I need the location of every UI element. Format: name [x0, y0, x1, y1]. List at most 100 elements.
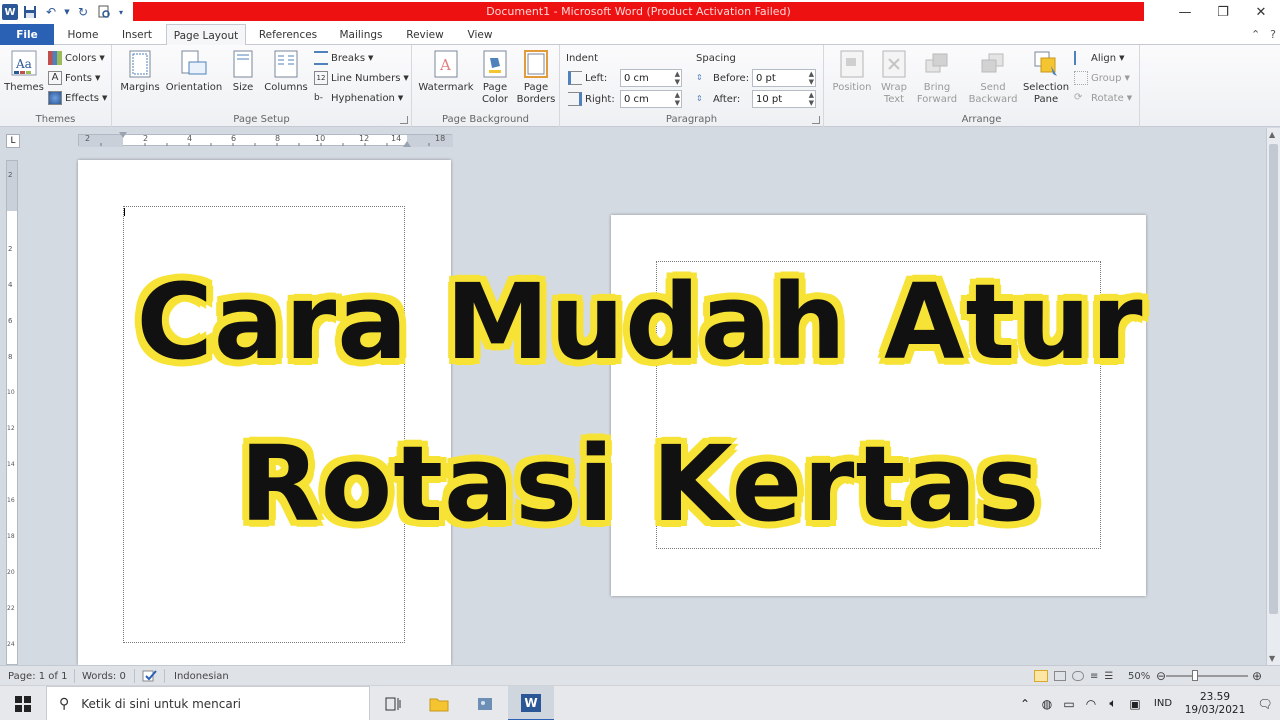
page-color-icon — [481, 49, 509, 79]
page-borders-button[interactable]: Page Borders — [516, 49, 556, 106]
spinner-arrows-icon[interactable]: ▲ ▼ — [809, 91, 814, 107]
page-count[interactable]: Page: 1 of 1 — [8, 666, 67, 686]
page-color-button[interactable]: Page Color — [478, 49, 512, 106]
close-button[interactable]: ✕ — [1242, 0, 1280, 24]
print-layout-icon[interactable] — [1034, 670, 1048, 682]
tab-references[interactable]: References — [254, 24, 322, 45]
indent-right-input[interactable]: 0 cm ▲ ▼ — [620, 90, 682, 108]
spinner-arrows-icon[interactable]: ▲ ▼ — [675, 91, 680, 107]
zoom-in-icon[interactable]: ⊕ — [1252, 666, 1262, 686]
tab-mailings[interactable]: Mailings — [330, 24, 392, 45]
spacing-after-input[interactable]: 10 pt ▲ ▼ — [752, 90, 816, 108]
horizontal-ruler[interactable]: 2 2 4 6 8 10 12 14 18 — [78, 132, 453, 147]
wifi-icon[interactable]: ◠ — [1080, 697, 1102, 711]
indent-marker-icon[interactable] — [119, 132, 127, 138]
battery-icon[interactable]: ▭ — [1058, 697, 1080, 711]
photos-app-icon[interactable] — [462, 686, 508, 720]
hyphenation-button[interactable]: b‑ Hyphenation ▼ — [314, 89, 403, 107]
volume-icon[interactable]: 🔈︎ — [1102, 696, 1124, 711]
scroll-up-icon[interactable]: ▲ — [1269, 130, 1275, 139]
draft-icon[interactable]: ☰ — [1104, 671, 1113, 682]
chevron-down-icon[interactable]: ▼ — [63, 3, 71, 21]
chevron-up-icon[interactable]: ⌃ — [1251, 28, 1260, 41]
restore-button[interactable]: ❐ — [1204, 0, 1242, 24]
orientation-button[interactable]: Orientation — [164, 49, 224, 94]
orientation-icon — [180, 49, 208, 79]
save-icon[interactable] — [21, 3, 39, 21]
customize-qat-icon[interactable]: ▾ — [116, 3, 126, 21]
scroll-down-icon[interactable]: ▼ — [1269, 654, 1275, 663]
spinner-arrows-icon[interactable]: ▲ ▼ — [675, 70, 680, 86]
effects-button[interactable]: Effects ▼ — [48, 89, 107, 107]
tab-review[interactable]: Review — [400, 24, 450, 45]
redo-icon[interactable]: ↻ — [74, 3, 92, 21]
minimize-button[interactable]: — — [1166, 0, 1204, 24]
help-icon[interactable]: ? — [1270, 28, 1276, 41]
zoom-slider-track[interactable] — [1166, 675, 1248, 677]
margins-button[interactable]: Margins — [118, 49, 162, 94]
tab-home[interactable]: Home — [60, 24, 106, 45]
task-view-icon[interactable] — [370, 686, 416, 720]
send-backward-button[interactable]: Send Backward — [964, 49, 1022, 106]
tab-file[interactable]: File — [0, 24, 54, 45]
align-button[interactable]: Align ▼ — [1074, 49, 1124, 67]
language-indicator[interactable]: Indonesian — [174, 666, 229, 686]
file-explorer-icon[interactable] — [416, 686, 462, 720]
start-button[interactable] — [0, 686, 46, 720]
taskbar-search[interactable]: ⚲ Ketik di sini untuk mencari — [46, 686, 370, 720]
clock[interactable]: 23.59 19/03/2021 — [1180, 691, 1250, 717]
columns-button[interactable]: Columns — [262, 49, 310, 94]
indent-left-icon — [568, 71, 582, 85]
language-indicator[interactable]: IND — [1146, 698, 1180, 709]
breaks-icon — [314, 51, 328, 65]
page-setup-launcher-icon[interactable] — [400, 116, 408, 124]
display-icon[interactable]: ▣ — [1124, 697, 1146, 711]
vertical-ruler[interactable]: 2 2 4 6 8 10 12 14 16 18 20 22 24 — [6, 160, 18, 665]
spacing-before-input[interactable]: 0 pt ▲ ▼ — [752, 69, 816, 87]
outline-icon[interactable]: ≡ — [1090, 671, 1098, 682]
tab-view[interactable]: View — [458, 24, 502, 45]
fonts-button[interactable]: A Fonts ▼ — [48, 69, 100, 87]
word-taskbar-icon[interactable]: W — [508, 686, 554, 720]
network-globe-icon[interactable]: ◍ — [1036, 697, 1058, 711]
zoom-slider-thumb[interactable] — [1192, 670, 1198, 681]
web-layout-icon[interactable] — [1072, 671, 1084, 681]
portrait-page[interactable] — [78, 160, 451, 665]
paragraph-launcher-icon[interactable] — [812, 116, 820, 124]
themes-button[interactable]: Aa Themes — [4, 49, 44, 94]
ruler-tick: 2 — [8, 171, 13, 179]
line-numbers-button[interactable]: 12 Line Numbers ▼ — [314, 69, 409, 87]
wrap-text-button[interactable]: Wrap Text — [876, 49, 912, 106]
send-backward-icon — [979, 49, 1007, 79]
position-icon — [838, 49, 866, 79]
selection-pane-button[interactable]: Selection Pane — [1022, 49, 1070, 106]
rotate-button[interactable]: ⟳ Rotate ▼ — [1074, 89, 1132, 107]
word-logo-icon[interactable]: W — [2, 4, 18, 20]
tab-selector-icon[interactable]: L — [6, 134, 20, 148]
proofing-icon[interactable] — [142, 666, 158, 686]
right-indent-marker-icon[interactable] — [403, 141, 411, 147]
colors-button[interactable]: Colors ▼ — [48, 49, 105, 67]
full-screen-reading-icon[interactable] — [1054, 671, 1066, 681]
print-preview-icon[interactable] — [95, 3, 113, 21]
ruler-tick: 6 — [231, 134, 237, 143]
undo-icon[interactable]: ↶ — [42, 3, 60, 21]
breaks-button[interactable]: Breaks ▼ — [314, 49, 373, 67]
bring-forward-button[interactable]: Bring Forward — [912, 49, 962, 106]
notification-icon[interactable]: 🗨︎ — [1250, 697, 1280, 711]
spacing-after-label: ⇕ After: — [696, 93, 741, 105]
group-objects-button[interactable]: Group ▼ — [1074, 69, 1130, 87]
zoom-out-icon[interactable]: ⊖ — [1156, 666, 1166, 686]
chevron-up-icon[interactable]: ⌃ — [1014, 697, 1036, 711]
word-count[interactable]: Words: 0 — [82, 666, 126, 686]
vertical-scrollbar[interactable]: ▲ ▼ — [1266, 128, 1280, 665]
ruler-tick: 2 — [143, 134, 149, 143]
watermark-button[interactable]: A Watermark — [418, 49, 474, 94]
tab-insert[interactable]: Insert — [114, 24, 160, 45]
size-button[interactable]: Size — [228, 49, 258, 94]
position-button[interactable]: Position — [828, 49, 876, 94]
zoom-level[interactable]: 50% — [1128, 666, 1150, 686]
spinner-arrows-icon[interactable]: ▲ ▼ — [809, 70, 814, 86]
indent-left-input[interactable]: 0 cm ▲ ▼ — [620, 69, 682, 87]
tab-page-layout[interactable]: Page Layout — [166, 24, 246, 46]
